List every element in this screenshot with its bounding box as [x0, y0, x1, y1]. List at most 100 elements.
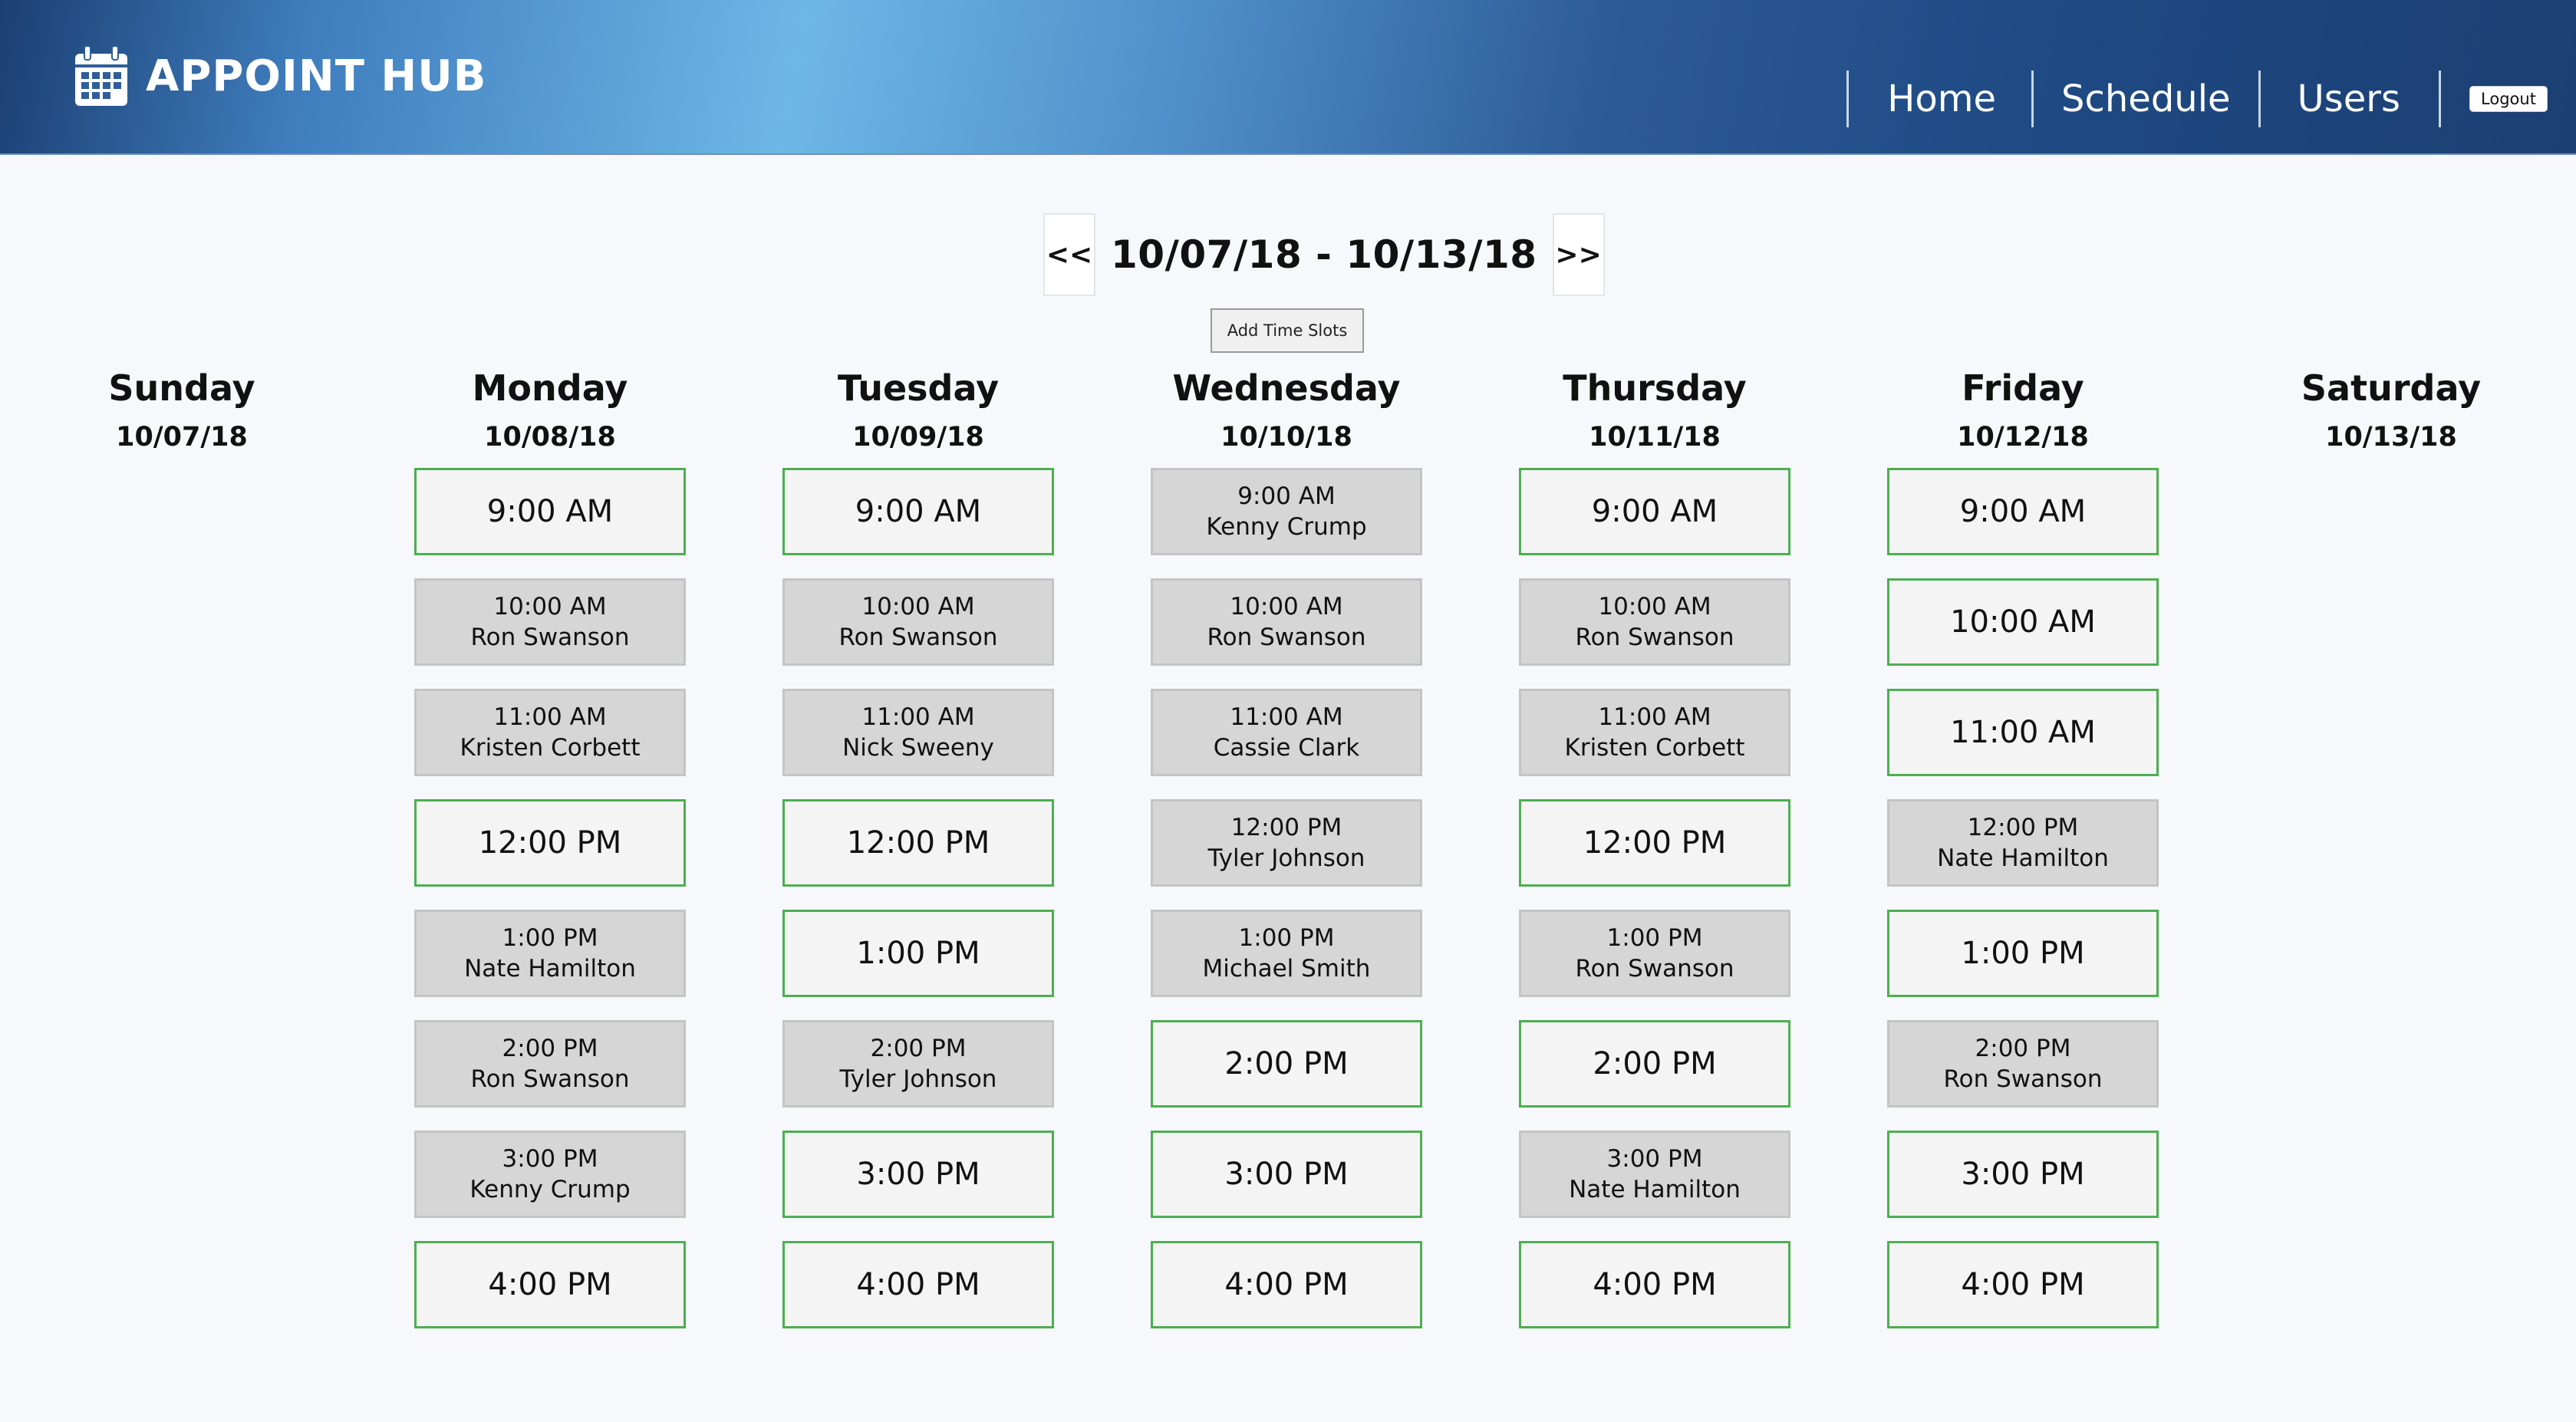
day-name: Wednesday	[1172, 367, 1401, 409]
slot-client-name: Nate Hamilton	[1569, 1176, 1741, 1203]
slot-client-name: Ron Swanson	[470, 1065, 630, 1093]
header: APPOINT HUB Home Schedule Users Logout	[0, 0, 2576, 155]
open-time-slot[interactable]: 12:00 PM	[782, 799, 1054, 887]
slot-time: 11:00 AM	[493, 703, 607, 731]
booked-time-slot[interactable]: 11:00 AM Kristen Corbett	[1519, 689, 1790, 776]
booked-time-slot[interactable]: 3:00 PM Nate Hamilton	[1519, 1131, 1790, 1218]
day-date: 10/08/18	[484, 422, 616, 453]
open-time-slot[interactable]: 10:00 AM	[1887, 578, 2159, 666]
slot-time: 3:00 PM	[1224, 1157, 1349, 1192]
open-time-slot[interactable]: 9:00 AM	[1887, 468, 2159, 555]
slot-time: 12:00 PM	[1230, 814, 1342, 841]
open-time-slot[interactable]: 3:00 PM	[1887, 1131, 2159, 1218]
slot-client-name: Ron Swanson	[470, 624, 630, 651]
slot-time: 1:00 PM	[1238, 924, 1335, 952]
slot-client-name: Nate Hamilton	[1937, 844, 2109, 872]
booked-time-slot[interactable]: 2:00 PM Ron Swanson	[1887, 1020, 2159, 1108]
open-time-slot[interactable]: 2:00 PM	[1151, 1020, 1422, 1108]
open-time-slot[interactable]: 1:00 PM	[782, 910, 1054, 997]
slot-time: 9:00 AM	[1959, 494, 2087, 529]
logout-wrapper: Logout	[2441, 86, 2576, 112]
day-name: Friday	[1962, 367, 2084, 409]
open-time-slot[interactable]: 9:00 AM	[414, 468, 686, 555]
open-time-slot[interactable]: 11:00 AM	[1887, 689, 2159, 776]
slot-time: 12:00 PM	[478, 825, 622, 861]
nav-divider	[2031, 71, 2034, 127]
slot-client-name: Michael Smith	[1202, 955, 1371, 983]
slot-time: 2:00 PM	[1593, 1046, 1717, 1081]
booked-time-slot[interactable]: 9:00 AM Kenny Crump	[1151, 468, 1422, 555]
open-time-slot[interactable]: 3:00 PM	[1151, 1131, 1422, 1218]
booked-time-slot[interactable]: 12:00 PM Nate Hamilton	[1887, 799, 2159, 887]
booked-time-slot[interactable]: 10:00 AM Ron Swanson	[1151, 578, 1422, 666]
booked-time-slot[interactable]: 1:00 PM Michael Smith	[1151, 910, 1422, 997]
day-date: 10/13/18	[2325, 422, 2457, 453]
booked-time-slot[interactable]: 11:00 AM Cassie Clark	[1151, 689, 1422, 776]
app-title: APPOINT HUB	[146, 51, 487, 101]
slot-time: 2:00 PM	[502, 1035, 598, 1062]
slot-time: 9:00 AM	[486, 494, 614, 529]
day-column-sunday: Sunday 10/07/18	[46, 365, 318, 454]
slot-time: 2:00 PM	[1224, 1046, 1349, 1081]
slot-client-name: Kenny Crump	[1206, 513, 1367, 541]
booked-time-slot[interactable]: 2:00 PM Ron Swanson	[414, 1020, 686, 1108]
slot-client-name: Ron Swanson	[1207, 624, 1366, 651]
logo[interactable]: APPOINT HUB	[72, 43, 486, 109]
slot-time: 9:00 AM	[855, 494, 982, 529]
previous-week-button[interactable]: <<	[1043, 213, 1095, 296]
add-time-slots-button[interactable]: Add Time Slots	[1211, 308, 1364, 353]
slot-time: 1:00 PM	[1606, 924, 1703, 952]
booked-time-slot[interactable]: 11:00 AM Kristen Corbett	[414, 689, 686, 776]
slot-time: 11:00 AM	[1598, 703, 1711, 731]
nav-users[interactable]: Users	[2261, 71, 2439, 127]
booked-time-slot[interactable]: 10:00 AM Ron Swanson	[414, 578, 686, 666]
open-time-slot[interactable]: 4:00 PM	[782, 1241, 1054, 1328]
booked-time-slot[interactable]: 10:00 AM Ron Swanson	[1519, 578, 1790, 666]
day-name: Thursday	[1563, 367, 1747, 409]
slot-time: 4:00 PM	[1961, 1267, 2085, 1302]
open-time-slot[interactable]: 1:00 PM	[1887, 910, 2159, 997]
nav-schedule[interactable]: Schedule	[2034, 71, 2258, 127]
day-date: 10/09/18	[852, 422, 984, 453]
booked-time-slot[interactable]: 3:00 PM Kenny Crump	[414, 1131, 686, 1218]
open-time-slot[interactable]: 12:00 PM	[414, 799, 686, 887]
slot-time: 11:00 AM	[1950, 715, 2096, 750]
open-time-slot[interactable]: 12:00 PM	[1519, 799, 1790, 887]
open-time-slot[interactable]: 4:00 PM	[1887, 1241, 2159, 1328]
next-week-button[interactable]: >>	[1552, 213, 1605, 296]
slot-client-name: Ron Swanson	[1943, 1065, 2103, 1093]
slot-time: 9:00 AM	[1237, 482, 1336, 510]
booked-time-slot[interactable]: 12:00 PM Tyler Johnson	[1151, 799, 1422, 887]
open-time-slot[interactable]: 3:00 PM	[782, 1131, 1054, 1218]
slot-time: 11:00 AM	[861, 703, 975, 731]
slot-time: 10:00 AM	[493, 593, 607, 620]
open-time-slot[interactable]: 4:00 PM	[414, 1241, 686, 1328]
main-nav: Home Schedule Users Logout	[1846, 71, 2576, 127]
slot-client-name: Tyler Johnson	[839, 1065, 997, 1093]
day-column-wednesday: Wednesday 10/10/18 9:00 AM Kenny Crump 10:00…	[1151, 365, 1422, 1328]
open-time-slot[interactable]: 4:00 PM	[1519, 1241, 1790, 1328]
nav-divider	[1846, 71, 1850, 127]
day-column-tuesday: Tuesday 10/09/18 9:00 AM 10:00 AM Ron Swanso…	[782, 365, 1054, 1328]
slot-time: 1:00 PM	[502, 924, 598, 952]
slot-time: 10:00 AM	[1230, 593, 1343, 620]
slot-time: 4:00 PM	[1593, 1267, 1717, 1302]
booked-time-slot[interactable]: 11:00 AM Nick Sweeny	[782, 689, 1054, 776]
booked-time-slot[interactable]: 10:00 AM Ron Swanson	[782, 578, 1054, 666]
slot-time: 12:00 PM	[846, 825, 990, 861]
open-time-slot[interactable]: 9:00 AM	[1519, 468, 1790, 555]
booked-time-slot[interactable]: 1:00 PM Ron Swanson	[1519, 910, 1790, 997]
open-time-slot[interactable]: 9:00 AM	[782, 468, 1054, 555]
day-name: Tuesday	[837, 367, 1000, 409]
slot-client-name: Nick Sweeny	[842, 734, 994, 762]
nav-home[interactable]: Home	[1849, 71, 2031, 127]
slot-time: 10:00 AM	[1950, 604, 2096, 640]
booked-time-slot[interactable]: 2:00 PM Tyler Johnson	[782, 1020, 1054, 1108]
logout-button[interactable]: Logout	[2469, 86, 2548, 112]
open-time-slot[interactable]: 4:00 PM	[1151, 1241, 1422, 1328]
slot-time: 1:00 PM	[856, 936, 980, 971]
slot-client-name: Ron Swanson	[838, 624, 998, 651]
booked-time-slot[interactable]: 1:00 PM Nate Hamilton	[414, 910, 686, 997]
open-time-slot[interactable]: 2:00 PM	[1519, 1020, 1790, 1108]
slot-client-name: Ron Swanson	[1575, 955, 1734, 983]
